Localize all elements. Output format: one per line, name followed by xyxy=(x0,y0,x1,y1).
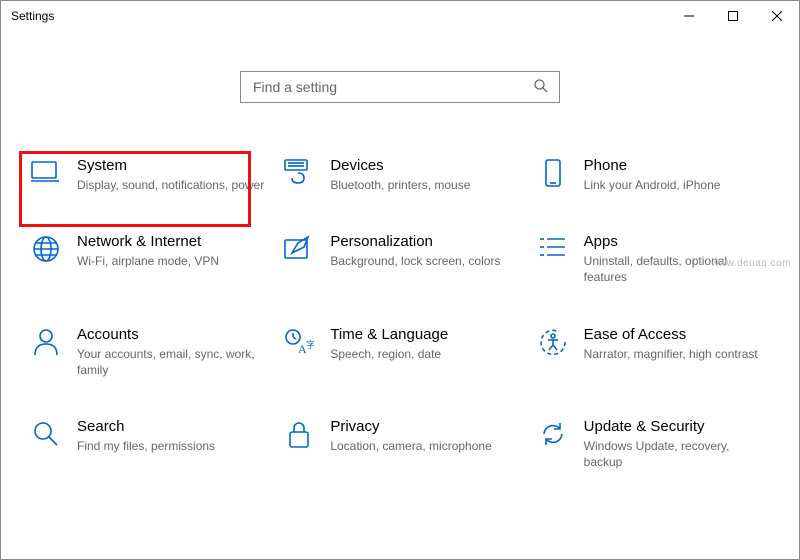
tile-personalization[interactable]: Personalization Background, lock screen,… xyxy=(278,229,521,289)
tile-desc: Background, lock screen, colors xyxy=(330,253,517,269)
minimize-button[interactable] xyxy=(667,1,711,31)
maximize-icon xyxy=(728,11,738,21)
tile-privacy[interactable]: Privacy Location, camera, microphone xyxy=(278,414,521,474)
tile-ease-of-access[interactable]: Ease of Access Narrator, magnifier, high… xyxy=(532,322,775,382)
tile-desc: Windows Update, recovery, backup xyxy=(584,438,771,470)
tile-title: Phone xyxy=(584,157,771,175)
tile-desc: Find my files, permissions xyxy=(77,438,264,454)
tile-title: Ease of Access xyxy=(584,326,771,344)
search-container xyxy=(1,71,799,103)
tile-accounts[interactable]: Accounts Your accounts, email, sync, wor… xyxy=(25,322,268,382)
tile-title: Search xyxy=(77,418,264,436)
tile-desc: Display, sound, notifications, power xyxy=(77,177,264,193)
tile-system[interactable]: System Display, sound, notifications, po… xyxy=(25,153,268,197)
tile-phone[interactable]: Phone Link your Android, iPhone xyxy=(532,153,775,197)
tile-title: Network & Internet xyxy=(77,233,264,251)
tile-desc: Your accounts, email, sync, work, family xyxy=(77,346,264,378)
tile-devices[interactable]: Devices Bluetooth, printers, mouse xyxy=(278,153,521,197)
tile-time-language[interactable]: A字 Time & Language Speech, region, date xyxy=(278,322,521,382)
window-title: Settings xyxy=(11,9,54,23)
tile-desc: Wi-Fi, airplane mode, VPN xyxy=(77,253,264,269)
search-tile-icon xyxy=(29,418,63,448)
close-icon xyxy=(772,11,782,21)
tile-network[interactable]: Network & Internet Wi-Fi, airplane mode,… xyxy=(25,229,268,289)
tile-title: Time & Language xyxy=(330,326,517,344)
tile-desc: Bluetooth, printers, mouse xyxy=(330,177,517,193)
tile-desc: Location, camera, microphone xyxy=(330,438,517,454)
system-icon xyxy=(29,157,63,183)
accounts-icon xyxy=(29,326,63,356)
tile-desc: Narrator, magnifier, high contrast xyxy=(584,346,771,362)
personalization-icon xyxy=(282,233,316,261)
minimize-icon xyxy=(684,11,694,21)
update-icon xyxy=(536,418,570,448)
apps-icon xyxy=(536,233,570,259)
svg-text:字: 字 xyxy=(306,339,314,350)
tile-desc: Speech, region, date xyxy=(330,346,517,362)
watermark: www.deuaq.com xyxy=(711,258,791,269)
ease-of-access-icon xyxy=(536,326,570,356)
tile-desc: Link your Android, iPhone xyxy=(584,177,771,193)
tile-title: Apps xyxy=(584,233,771,251)
tile-title: Personalization xyxy=(330,233,517,251)
network-icon xyxy=(29,233,63,263)
tile-title: Privacy xyxy=(330,418,517,436)
tile-update-security[interactable]: Update & Security Windows Update, recove… xyxy=(532,414,775,474)
titlebar: Settings xyxy=(1,1,799,31)
maximize-button[interactable] xyxy=(711,1,755,31)
tile-title: Devices xyxy=(330,157,517,175)
settings-grid: System Display, sound, notifications, po… xyxy=(1,153,799,494)
devices-icon xyxy=(282,157,316,185)
tile-title: Accounts xyxy=(77,326,264,344)
tile-search[interactable]: Search Find my files, permissions xyxy=(25,414,268,474)
search-box[interactable] xyxy=(240,71,560,103)
tile-title: System xyxy=(77,157,264,175)
time-language-icon: A字 xyxy=(282,326,316,356)
search-icon xyxy=(533,78,549,97)
search-input[interactable] xyxy=(251,78,533,96)
phone-icon xyxy=(536,157,570,189)
privacy-icon xyxy=(282,418,316,450)
close-button[interactable] xyxy=(755,1,799,31)
tile-title: Update & Security xyxy=(584,418,771,436)
